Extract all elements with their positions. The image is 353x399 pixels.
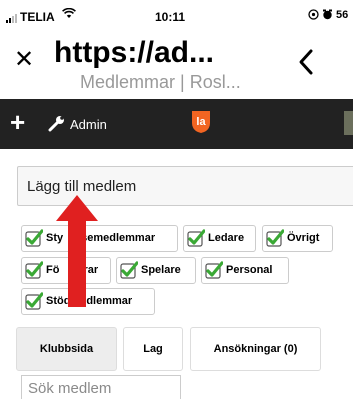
check-icon [187, 229, 206, 247]
red-arrow-annotation [54, 193, 100, 309]
wrench-icon [48, 114, 66, 135]
filter-label: Personal [226, 264, 273, 276]
battery-level: 56 [336, 9, 349, 21]
filter-personal[interactable]: Personal [201, 257, 289, 284]
check-icon [25, 261, 44, 279]
filter-label: Ledare [208, 232, 245, 244]
admin-toolbar: + Admin la [0, 99, 353, 149]
search-input[interactable] [22, 376, 180, 399]
url-title: https://ad... [54, 36, 214, 69]
admin-label: Admin [70, 117, 107, 132]
check-icon [205, 261, 224, 279]
alarm-icon [322, 9, 333, 23]
filter-label: Övrigt [287, 232, 320, 244]
signal-icon [6, 14, 17, 23]
tab-label: Ansökningar (0) [213, 343, 298, 355]
check-icon [266, 229, 285, 247]
filter-ledare[interactable]: Ledare [183, 225, 256, 252]
check-icon [25, 292, 44, 310]
check-icon [25, 229, 44, 247]
filter-ovrigt[interactable]: Övrigt [262, 225, 333, 252]
svg-text:la: la [196, 116, 206, 128]
close-icon[interactable]: ✕ [14, 48, 34, 72]
check-icon [120, 261, 139, 279]
filter-label: Spelare [141, 264, 181, 276]
carrier-name: TELIA [20, 10, 55, 24]
status-time: 10:11 [155, 10, 186, 24]
wifi-icon [62, 7, 76, 22]
tab-lag[interactable]: Lag [123, 327, 183, 371]
status-bar: TELIA 10:11 56 [0, 0, 353, 30]
club-logo-icon[interactable]: la [191, 110, 211, 134]
tab-ansokningar[interactable]: Ansökningar (0) [190, 327, 321, 371]
status-right: 56 [308, 9, 348, 23]
avatar[interactable] [344, 111, 353, 135]
plus-icon[interactable]: + [10, 109, 25, 135]
search-member-box[interactable] [21, 375, 181, 399]
page-subtitle: Medlemmar | Rosl... [80, 72, 241, 92]
admin-menu-button[interactable]: Admin [48, 114, 107, 135]
rotation-lock-icon [308, 9, 319, 23]
filter-spelare[interactable]: Spelare [116, 257, 196, 284]
tab-label: Klubbsida [39, 343, 94, 355]
back-chevron-icon[interactable] [296, 48, 316, 76]
tab-klubbsida[interactable]: Klubbsida [16, 327, 117, 371]
tab-label: Lag [143, 343, 163, 355]
